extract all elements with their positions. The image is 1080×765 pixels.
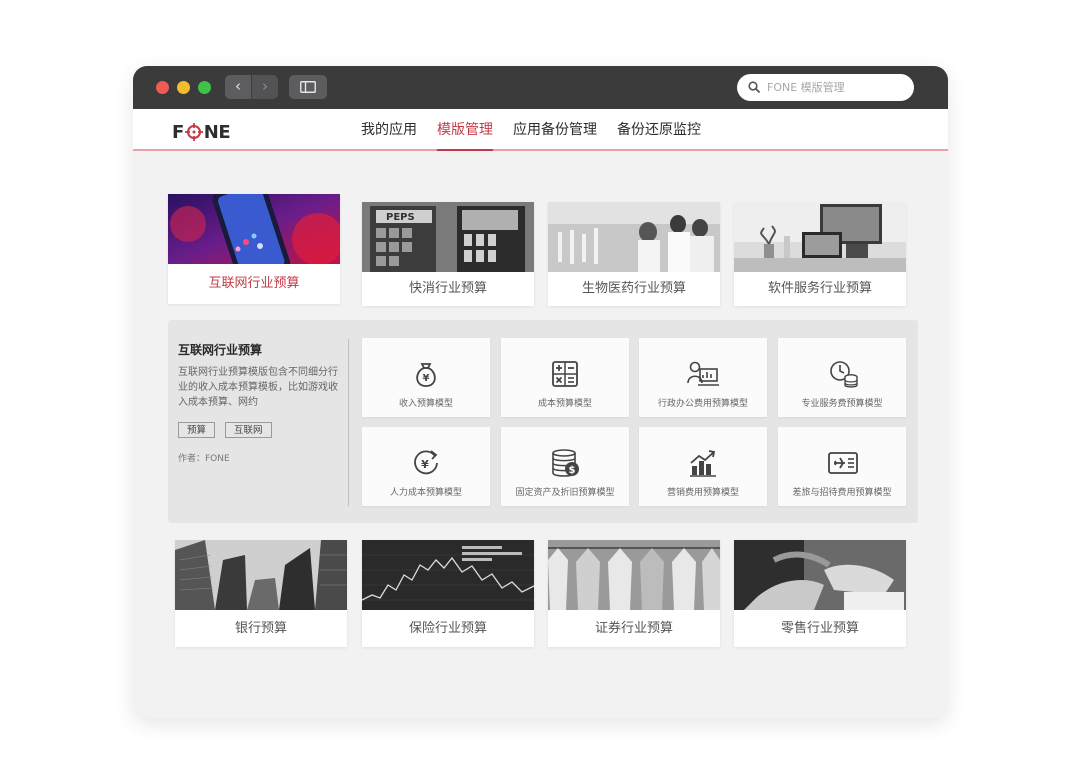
detail-description: 互联网行业预算模版包含不同细分行业的收入成本预算模板，比如游戏收入成本预算、网约 — [178, 367, 338, 408]
chevron-right-icon: › — [262, 77, 268, 95]
model-label: 收入预算模型 — [398, 399, 453, 409]
tab-app-backup-management[interactable]: 应用备份管理 — [513, 109, 597, 151]
search-icon — [748, 81, 761, 94]
fone-logo[interactable]: F NE — [172, 121, 231, 143]
model-label: 固定资产及折旧预算模型 — [515, 488, 615, 498]
card-image-lab — [548, 202, 720, 272]
model-card-fixed-assets[interactable]: $ 固定资产及折旧预算模型 — [501, 427, 629, 506]
template-card-retail[interactable]: 零售行业预算 — [734, 540, 906, 647]
card-label: 软件服务行业预算 — [767, 281, 872, 296]
bar-chart-up-icon — [690, 450, 716, 477]
office-user-monitor-icon — [687, 361, 719, 386]
search-input[interactable] — [767, 78, 907, 97]
card-image-clothing-rack — [548, 540, 720, 610]
model-label: 营销费用预算模型 — [666, 488, 739, 498]
model-card-hr-cost[interactable]: ¥ 人力成本预算模型 — [362, 427, 490, 506]
minimize-window-button[interactable] — [177, 81, 190, 94]
card-label: 生物医药行业预算 — [581, 281, 686, 296]
yen-refresh-icon: ¥ — [414, 450, 438, 475]
svg-text:$: $ — [569, 465, 576, 476]
detail-title: 互联网行业预算 — [178, 343, 263, 357]
model-label: 成本预算模型 — [537, 399, 592, 409]
chevron-left-icon: ‹ — [235, 77, 241, 95]
svg-text:PEPS: PEPS — [386, 212, 415, 223]
card-label: 保险行业预算 — [408, 621, 487, 636]
divider — [348, 339, 349, 506]
tag-list: 预算 互联网 — [178, 422, 343, 438]
template-card-software-service[interactable]: 软件服务行业预算 — [734, 202, 906, 306]
card-image-skyscrapers — [175, 540, 347, 610]
template-card-internet[interactable]: 互联网行业预算 — [168, 194, 340, 304]
model-card-marketing[interactable]: 营销费用预算模型 — [639, 427, 767, 506]
main-nav: 我的应用 模版管理 应用备份管理 备份还原监控 — [361, 109, 721, 151]
sidebar-toggle-button[interactable] — [289, 75, 327, 99]
card-image-meeting-hands — [734, 540, 906, 610]
template-detail-panel: 互联网行业预算 互联网行业预算模版包含不同细分行业的收入成本预算模板，比如游戏收… — [168, 320, 918, 523]
search-bar[interactable] — [737, 74, 914, 101]
card-label: 银行预算 — [234, 621, 287, 636]
author-label: 作者：FONE — [178, 454, 230, 464]
model-label: 人力成本预算模型 — [389, 488, 462, 498]
card-image-vending-machine: PEPS — [362, 202, 534, 272]
flight-ticket-icon — [828, 452, 858, 474]
template-card-bank[interactable]: 银行预算 — [175, 540, 347, 647]
money-bag-yen-icon: ¥ — [416, 363, 436, 387]
card-image-stock-chart — [362, 540, 534, 610]
model-card-admin-office[interactable]: 行政办公费用预算模型 — [639, 338, 767, 417]
model-label: 行政办公费用预算模型 — [657, 399, 748, 409]
template-card-fmcg[interactable]: PEPS 快消行业预算 — [362, 202, 534, 306]
logo-text-right: NE — [203, 121, 231, 143]
model-card-professional-service[interactable]: 专业服务费预算模型 — [778, 338, 906, 417]
forward-button[interactable]: › — [252, 75, 278, 99]
title-bar: ‹ › — [133, 66, 948, 109]
calculator-icon — [552, 361, 578, 387]
sidebar-icon — [300, 81, 316, 93]
back-button[interactable]: ‹ — [225, 75, 251, 99]
card-image-office-desk — [734, 202, 906, 272]
template-info: 互联网行业预算 互联网行业预算模版包含不同细分行业的收入成本预算模板，比如游戏收… — [178, 341, 343, 464]
model-label: 差旅与招待费用预算模型 — [792, 488, 892, 498]
template-card-securities[interactable]: 证券行业预算 — [548, 540, 720, 647]
svg-text:¥: ¥ — [423, 373, 430, 384]
card-label: 快消行业预算 — [408, 281, 487, 296]
logo-text-left: F — [172, 121, 184, 143]
tab-template-management[interactable]: 模版管理 — [437, 109, 493, 151]
model-card-revenue[interactable]: ¥ 收入预算模型 — [362, 338, 490, 417]
tag-budget[interactable]: 预算 — [178, 422, 216, 438]
card-label: 证券行业预算 — [594, 621, 673, 636]
model-card-travel-entertainment[interactable]: 差旅与招待费用预算模型 — [778, 427, 906, 506]
browser-window: ‹ › FONE 模版管理 F NE 我的应用 模版管理 应用备份管理 备份还原… — [133, 66, 948, 718]
template-card-insurance[interactable]: 保险行业预算 — [362, 540, 534, 647]
tab-my-apps[interactable]: 我的应用 — [361, 109, 417, 151]
card-label: 互联网行业预算 — [208, 276, 300, 291]
card-label: 零售行业预算 — [780, 621, 859, 636]
model-card-cost[interactable]: 成本预算模型 — [501, 338, 629, 417]
svg-text:¥: ¥ — [421, 458, 429, 471]
app-header: F NE 我的应用 模版管理 应用备份管理 备份还原监控 — [133, 109, 948, 151]
target-logo-icon — [184, 123, 203, 141]
tab-backup-restore-monitor[interactable]: 备份还原监控 — [617, 109, 701, 151]
model-label: 专业服务费预算模型 — [801, 399, 883, 409]
tag-internet[interactable]: 互联网 — [225, 422, 272, 438]
card-image-phone — [168, 194, 340, 264]
clock-coins-icon — [830, 361, 858, 388]
maximize-window-button[interactable] — [198, 81, 211, 94]
coin-stack-dollar-icon: $ — [552, 449, 579, 477]
template-card-biomedicine[interactable]: 生物医药行业预算 — [548, 202, 720, 306]
close-window-button[interactable] — [156, 81, 169, 94]
